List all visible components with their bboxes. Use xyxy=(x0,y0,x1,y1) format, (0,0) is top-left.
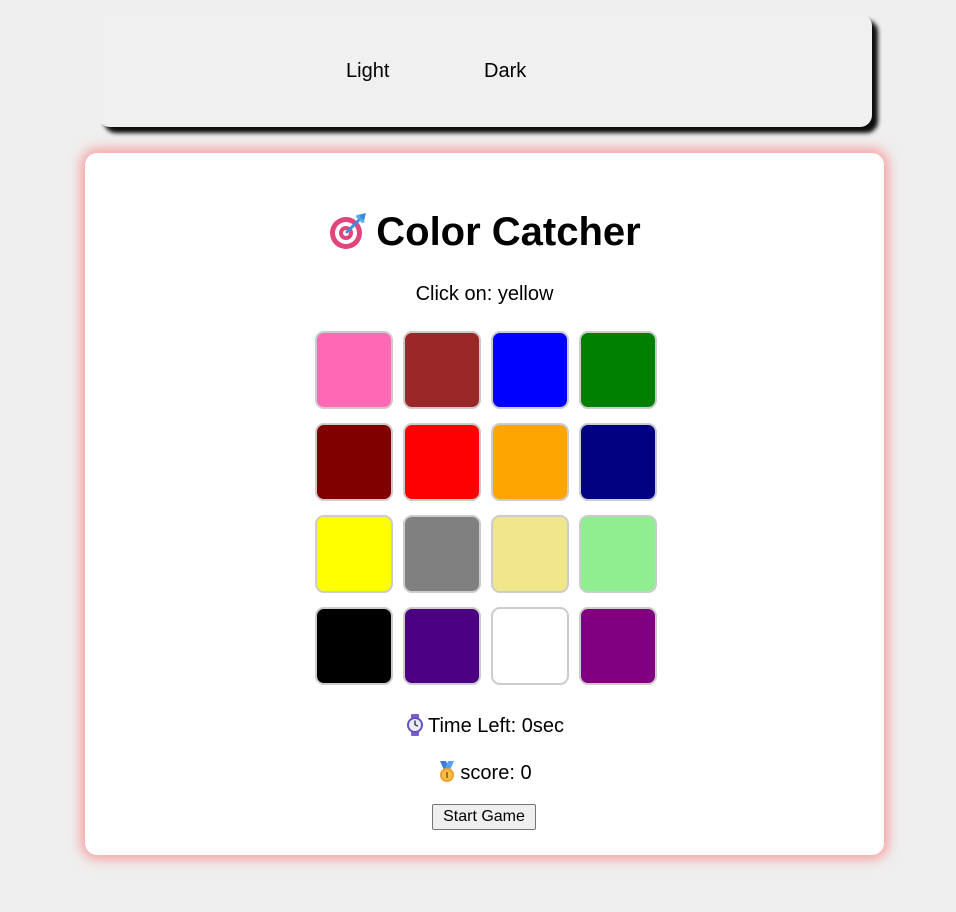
color-tile[interactable] xyxy=(403,515,481,593)
color-tile[interactable] xyxy=(403,423,481,501)
score-row: score: 0 xyxy=(85,761,884,784)
color-tile[interactable] xyxy=(579,515,657,593)
target-dart-icon xyxy=(328,211,368,251)
target-color-prompt: Click on: yellow xyxy=(415,283,554,305)
color-tile[interactable] xyxy=(315,607,393,685)
color-tile[interactable] xyxy=(315,515,393,593)
color-tile[interactable] xyxy=(315,331,393,409)
color-tile[interactable] xyxy=(491,607,569,685)
time-left-row: Time Left: 0sec xyxy=(85,714,884,737)
color-grid xyxy=(315,331,657,685)
stopwatch-icon xyxy=(405,714,425,736)
color-tile[interactable] xyxy=(579,423,657,501)
game-card: Color Catcher Click on: yellow Time Left… xyxy=(85,153,884,855)
color-tile[interactable] xyxy=(403,331,481,409)
time-left-text: Time Left: 0sec xyxy=(428,715,564,737)
color-tile[interactable] xyxy=(579,331,657,409)
theme-switcher-bar: Light Dark xyxy=(98,14,872,127)
start-game-button[interactable]: Start Game xyxy=(432,804,536,830)
color-tile[interactable] xyxy=(491,515,569,593)
game-title: Color Catcher xyxy=(376,210,641,254)
color-tile[interactable] xyxy=(491,423,569,501)
dark-theme-button[interactable]: Dark xyxy=(484,60,526,82)
game-title-row: Color Catcher xyxy=(85,209,884,255)
color-tile[interactable] xyxy=(403,607,481,685)
medal-icon xyxy=(437,761,457,783)
color-tile[interactable] xyxy=(491,331,569,409)
color-tile[interactable] xyxy=(579,607,657,685)
light-theme-button[interactable]: Light xyxy=(346,60,389,82)
color-tile[interactable] xyxy=(315,423,393,501)
score-text: score: 0 xyxy=(460,762,532,784)
